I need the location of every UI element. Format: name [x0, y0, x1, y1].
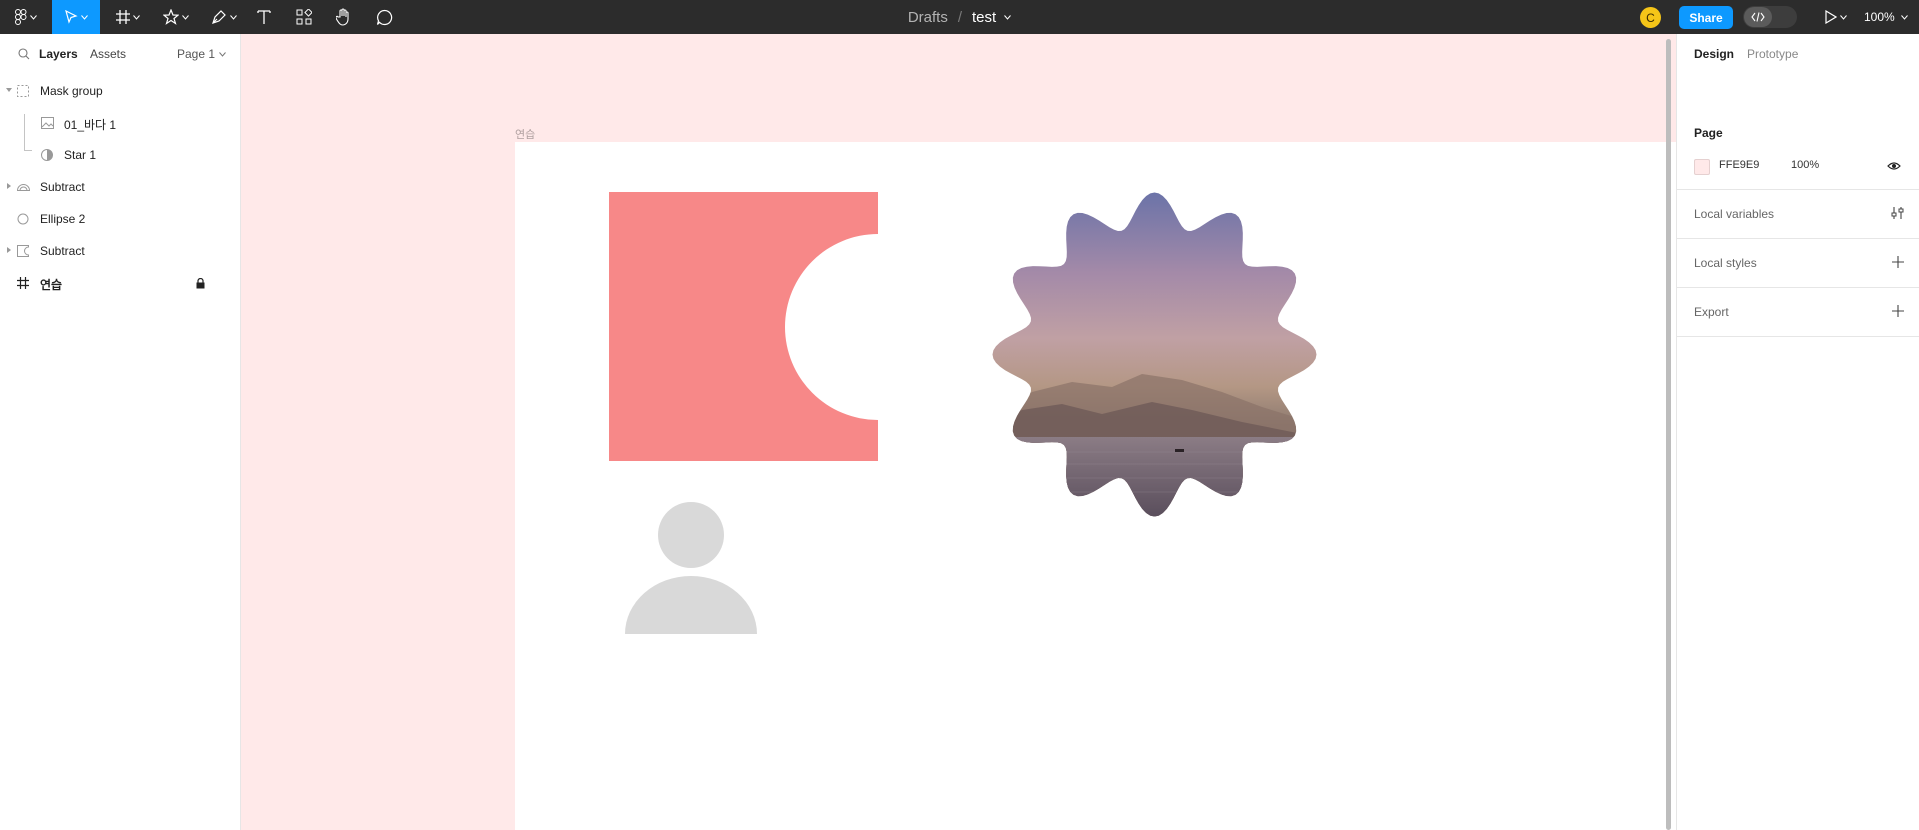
- shape-tool-icon: [163, 9, 179, 25]
- mask-group-shape[interactable]: [992, 192, 1317, 517]
- zoom-dropdown[interactable]: 100%: [1864, 0, 1908, 34]
- comment-icon: [376, 9, 392, 25]
- export-label: Export: [1694, 305, 1729, 319]
- subtract-icon: [16, 180, 30, 194]
- resources-button[interactable]: [292, 0, 316, 34]
- share-button[interactable]: Share: [1679, 6, 1733, 29]
- chevron-down-icon: [81, 14, 88, 20]
- layer-name: Subtract: [40, 244, 85, 258]
- lock-icon[interactable]: [193, 276, 207, 290]
- local-variables-section[interactable]: Local variables: [1677, 190, 1919, 239]
- frame[interactable]: [515, 142, 1676, 830]
- mask-group-icon: [16, 84, 30, 98]
- layer-name: 01_바다 1: [64, 118, 117, 132]
- tab-prototype[interactable]: Prototype: [1747, 34, 1798, 74]
- local-styles-label: Local styles: [1694, 256, 1757, 270]
- page-selector-label: Page 1: [177, 47, 216, 61]
- frame-icon: [16, 276, 30, 290]
- top-toolbar: Drafts / test C Share 100%: [0, 0, 1919, 34]
- ellipse-icon: [16, 212, 30, 226]
- main-menu-button[interactable]: [8, 0, 44, 34]
- frame-label[interactable]: 연습: [515, 126, 535, 142]
- tab-layers[interactable]: Layers: [39, 34, 78, 74]
- caret-right-icon[interactable]: [7, 183, 12, 189]
- text-tool-button[interactable]: [252, 0, 276, 34]
- chevron-down-icon: [133, 14, 140, 20]
- layer-frame[interactable]: 연습: [0, 270, 240, 296]
- variables-icon[interactable]: [1891, 206, 1905, 220]
- chevron-down-icon[interactable]: [1004, 14, 1012, 20]
- layers-panel-tabs: Layers Assets Page 1: [0, 34, 240, 74]
- chevron-down-icon: [230, 14, 237, 20]
- text-tool-icon: [257, 10, 271, 24]
- page-selector[interactable]: Page 1: [177, 34, 226, 74]
- layer-name: Star 1: [64, 148, 97, 162]
- layer-name: 연습: [40, 278, 63, 292]
- page-section: Page FFE9E9 100%: [1677, 74, 1919, 190]
- pen-tool-button[interactable]: [206, 0, 242, 34]
- dev-mode-knob[interactable]: [1744, 7, 1772, 27]
- subtract-shape[interactable]: [609, 192, 878, 461]
- page-color-swatch[interactable]: [1694, 159, 1710, 175]
- page-opacity[interactable]: 100%: [1791, 159, 1819, 171]
- pen-tool-icon: [212, 10, 226, 24]
- layer-subtract[interactable]: Subtract: [0, 238, 240, 264]
- hand-tool-icon: [336, 8, 349, 26]
- comment-tool-button[interactable]: [372, 0, 396, 34]
- file-name[interactable]: test: [972, 9, 996, 26]
- play-icon: [1825, 10, 1837, 24]
- chevron-down-icon: [1840, 14, 1847, 20]
- mask-icon: [40, 148, 54, 162]
- user-avatar[interactable]: C: [1640, 7, 1661, 28]
- export-section[interactable]: Export: [1677, 288, 1919, 337]
- landscape-image: [992, 192, 1317, 517]
- figma-menu-icon: [15, 9, 27, 25]
- layer-mask-group[interactable]: Mask group: [0, 78, 240, 104]
- canvas[interactable]: 연습: [241, 34, 1676, 830]
- layer-star[interactable]: Star 1: [0, 142, 240, 168]
- layer-ellipse[interactable]: Ellipse 2: [0, 206, 240, 232]
- frame-tool-button[interactable]: [110, 0, 146, 34]
- chevron-down-icon: [1900, 14, 1908, 20]
- layer-image[interactable]: 01_바다 1: [0, 110, 240, 136]
- caret-right-icon[interactable]: [7, 247, 12, 253]
- frame-tool-icon: [116, 10, 130, 24]
- chevron-down-icon: [30, 14, 37, 20]
- local-variables-label: Local variables: [1694, 207, 1775, 221]
- caret-down-icon[interactable]: [6, 88, 12, 93]
- code-icon: [1751, 12, 1765, 22]
- eye-icon[interactable]: [1887, 161, 1901, 171]
- zoom-value: 100%: [1864, 10, 1895, 24]
- chevron-down-icon: [182, 14, 189, 20]
- plus-icon[interactable]: [1891, 255, 1905, 269]
- layer-subtract[interactable]: Subtract: [0, 174, 240, 200]
- layer-name: Ellipse 2: [40, 212, 86, 226]
- tab-assets[interactable]: Assets: [90, 34, 126, 74]
- layers-panel: Layers Assets Page 1 Mask group 01_바다 1 …: [0, 34, 241, 830]
- search-layers-button[interactable]: [18, 34, 30, 74]
- shape-tool-button[interactable]: [158, 0, 194, 34]
- move-tool-button[interactable]: [52, 0, 100, 34]
- search-icon: [18, 48, 30, 60]
- vertical-scrollbar[interactable]: [1666, 39, 1671, 830]
- page-color-hex[interactable]: FFE9E9: [1719, 159, 1759, 171]
- layer-name: Mask group: [40, 84, 103, 98]
- plus-icon[interactable]: [1891, 304, 1905, 318]
- properties-panel: Design Prototype Page FFE9E9 100% Local …: [1676, 34, 1919, 830]
- page-heading: Page: [1694, 126, 1723, 140]
- image-icon: [40, 116, 54, 130]
- chevron-down-icon: [219, 51, 226, 57]
- present-button[interactable]: [1816, 0, 1856, 34]
- move-tool-icon: [65, 10, 78, 24]
- subtract-icon: [16, 244, 30, 258]
- breadcrumb: Drafts / test: [0, 0, 1919, 34]
- resources-icon: [296, 9, 312, 25]
- breadcrumb-drafts[interactable]: Drafts: [908, 9, 948, 26]
- breadcrumb-separator: /: [957, 8, 962, 26]
- tab-design[interactable]: Design: [1694, 34, 1734, 74]
- ellipse-avatar-shape[interactable]: [625, 502, 757, 634]
- local-styles-section[interactable]: Local styles: [1677, 239, 1919, 288]
- hand-tool-button[interactable]: [332, 0, 356, 34]
- layer-name: Subtract: [40, 180, 85, 194]
